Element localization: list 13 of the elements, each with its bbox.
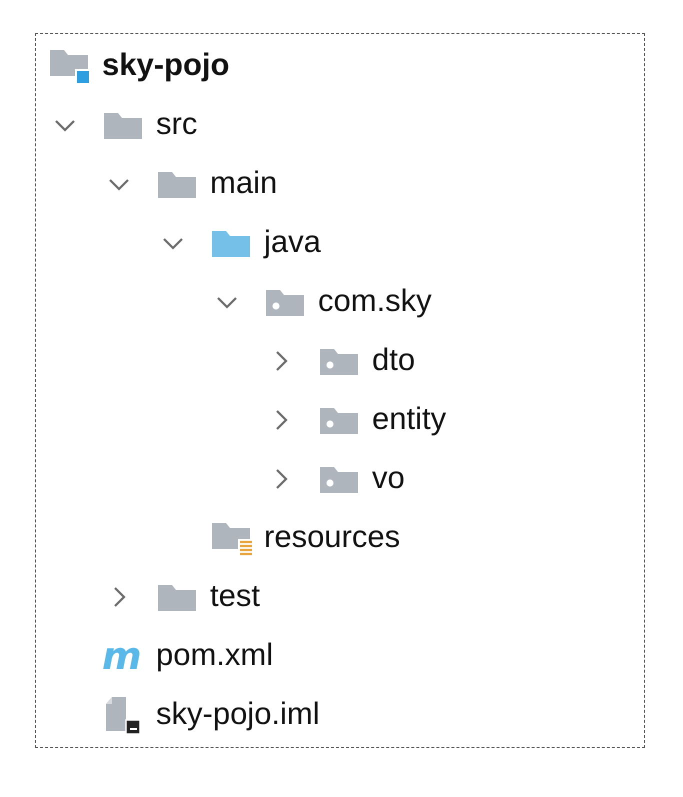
maven-icon: m bbox=[102, 636, 146, 674]
tree-item-label[interactable]: src bbox=[156, 101, 198, 148]
tree-item-label[interactable]: test bbox=[210, 573, 260, 620]
tree-item-label[interactable]: entity bbox=[372, 396, 446, 443]
tree-item-label[interactable]: vo bbox=[372, 455, 405, 502]
tree-item-label[interactable]: sky-pojo bbox=[102, 42, 230, 89]
tree-item-label[interactable]: main bbox=[210, 160, 278, 207]
tree-item-label[interactable]: com.sky bbox=[318, 278, 432, 325]
tree-item-label[interactable]: pom.xml bbox=[156, 632, 274, 679]
tree-item-label[interactable]: java bbox=[264, 219, 321, 266]
tree-item-label[interactable]: sky-pojo.iml bbox=[156, 691, 320, 738]
tree-item-label[interactable]: resources bbox=[264, 514, 400, 561]
tree-item-label[interactable]: dto bbox=[372, 337, 416, 384]
